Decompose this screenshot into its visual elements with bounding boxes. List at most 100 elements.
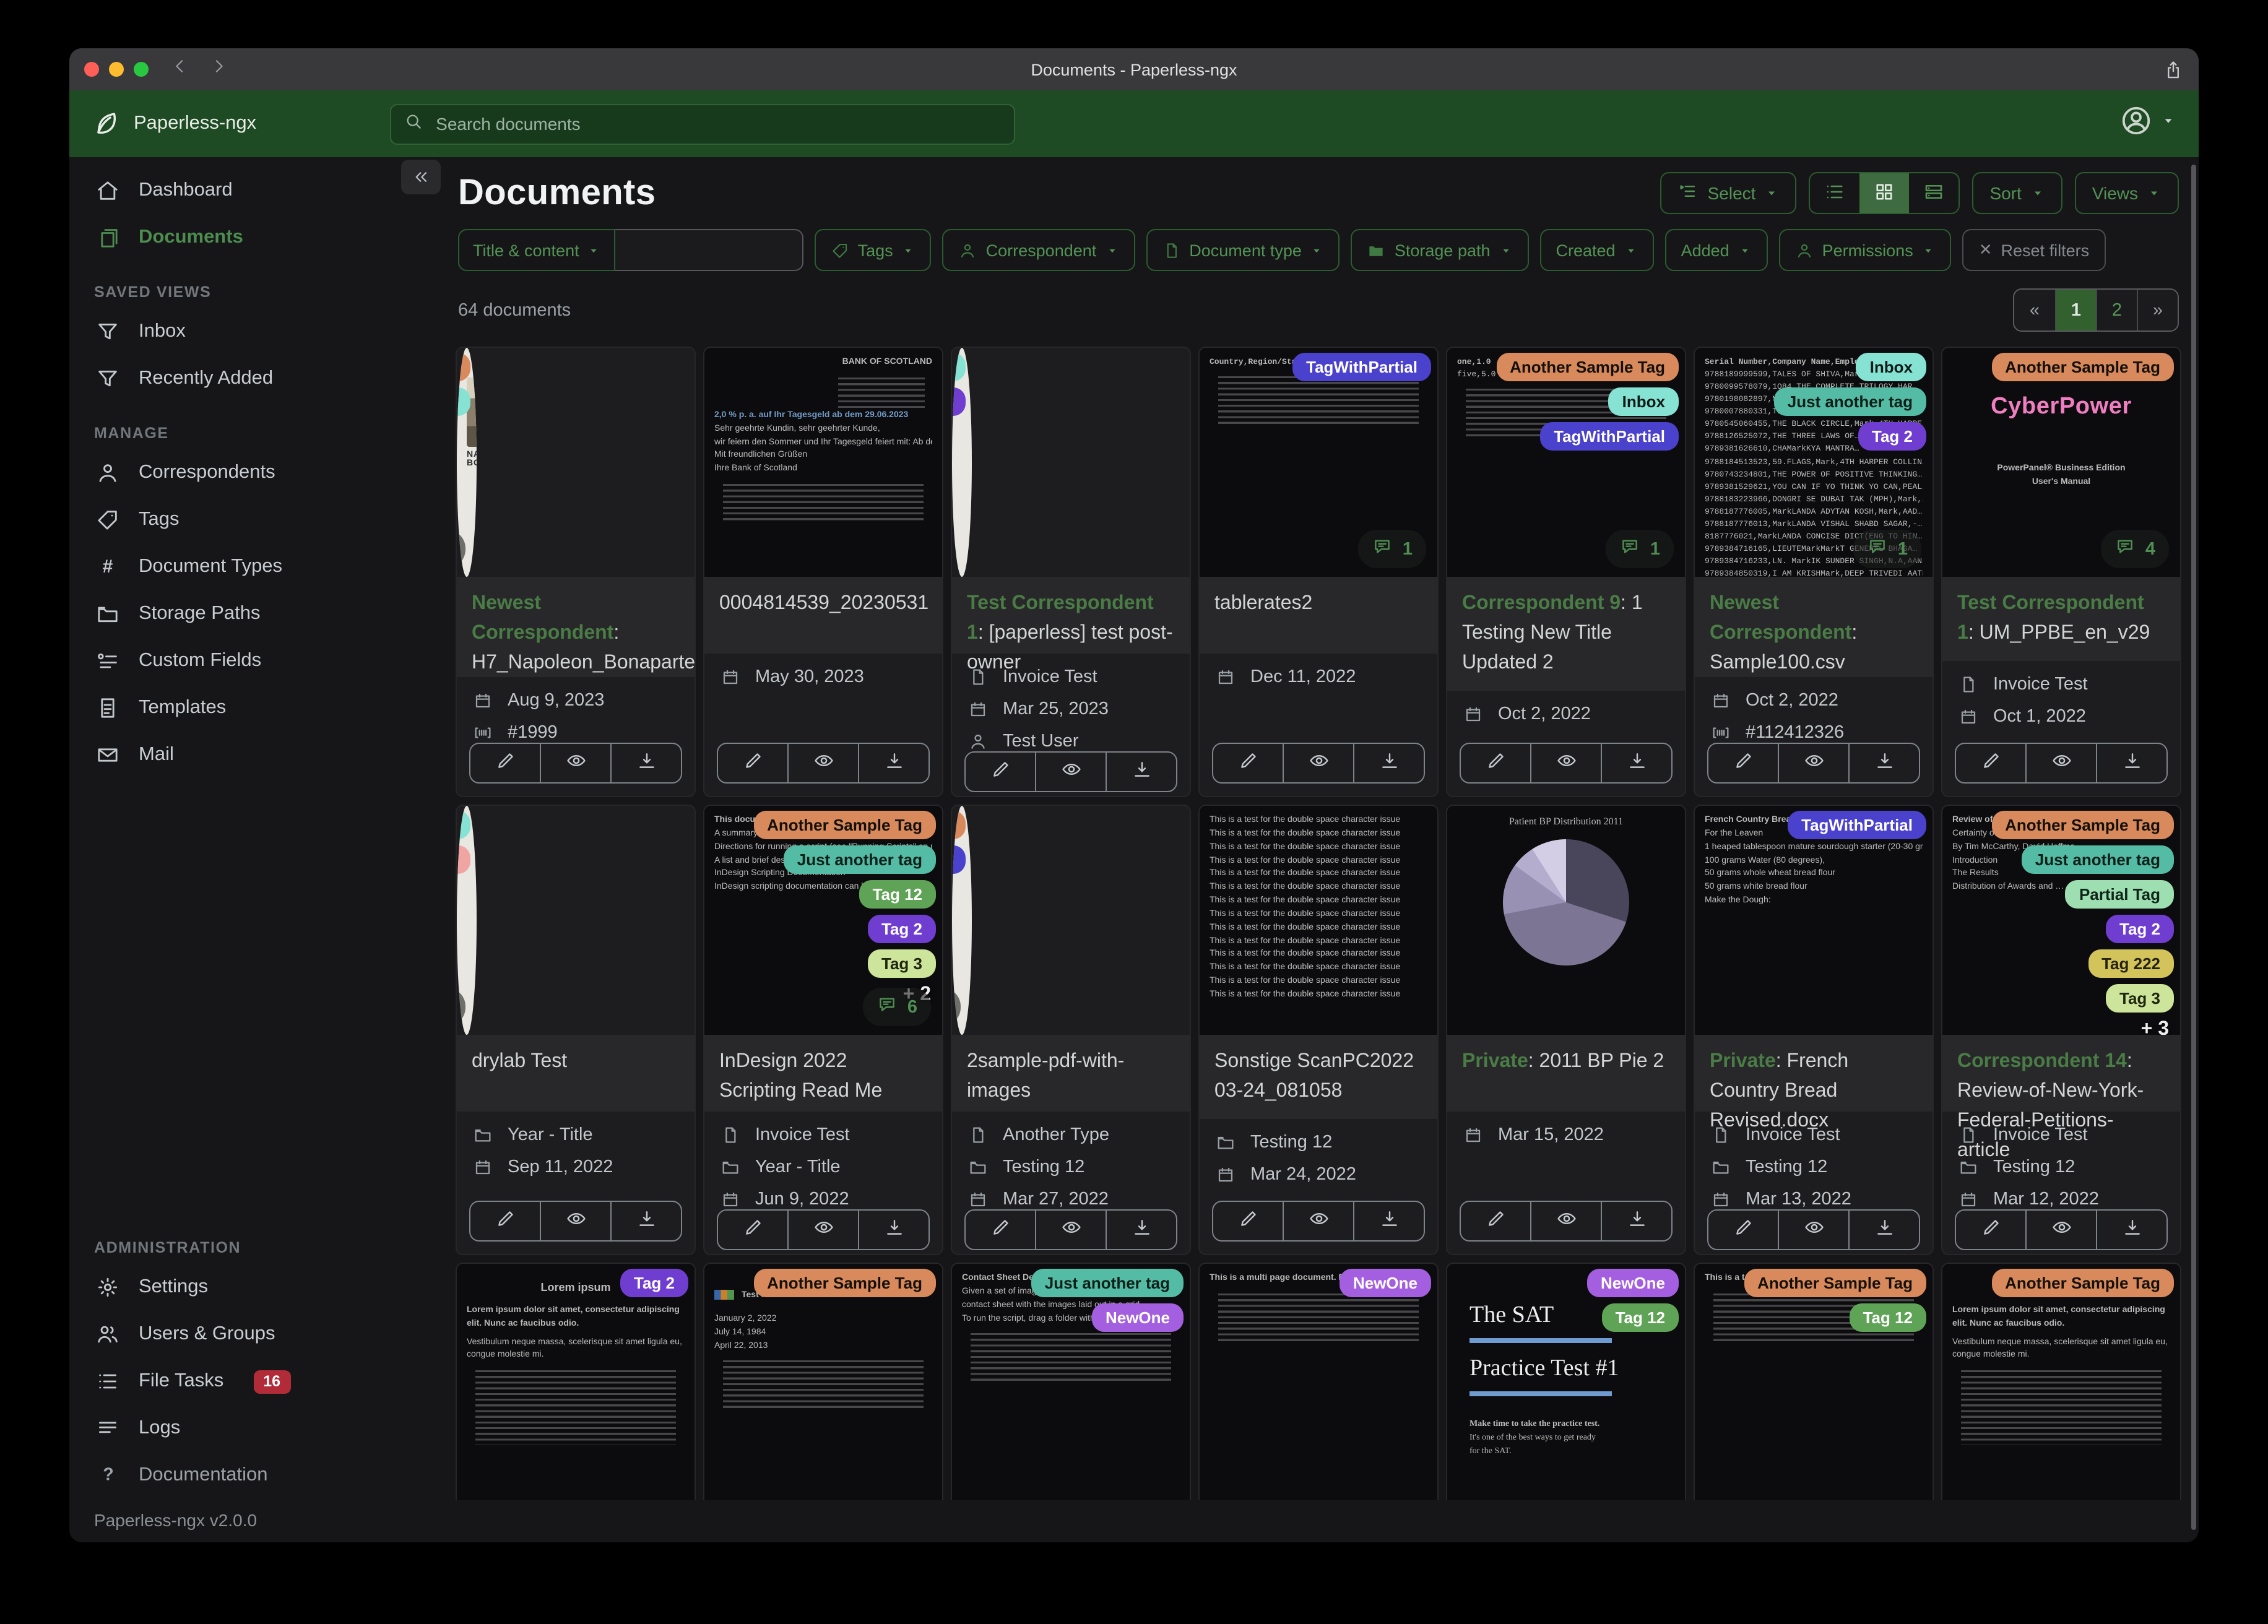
document-title[interactable]: Correspondent 14: Review-of-New-York-Fed… — [1942, 1035, 2180, 1112]
tag-tag-12[interactable]: Tag 12 — [1850, 1303, 1926, 1332]
pagination-last[interactable]: » — [2137, 290, 2178, 330]
edit-button[interactable] — [1956, 744, 2025, 782]
download-button[interactable] — [1106, 753, 1176, 791]
document-correspondent[interactable]: Correspondent 9 — [1462, 593, 1621, 614]
tag-another-sample-tag[interactable]: Another Sample Tag — [952, 811, 966, 839]
sidebar-item-documentation[interactable]: ? Documentation — [79, 1452, 433, 1498]
sidebar-item-tags[interactable]: Tags — [79, 496, 433, 543]
download-button[interactable] — [2096, 1211, 2166, 1249]
sidebar-item-correspondents[interactable]: Correspondents — [79, 449, 433, 496]
sidebar-item-users-groups[interactable]: Users & Groups — [79, 1311, 433, 1358]
document-thumbnail[interactable]: Curabitur bibendum ante urna, sed blandi… — [952, 806, 972, 1035]
select-button[interactable]: Select — [1661, 172, 1797, 214]
download-button[interactable] — [610, 1202, 681, 1240]
tag-tag-222[interactable]: Tag 222 — [2088, 949, 2174, 978]
document-title[interactable]: Sonstige ScanPC2022 03-24_081058 — [1200, 1035, 1437, 1119]
tag-inbox[interactable]: Inbox — [1609, 387, 1679, 416]
tag-just-another-tag[interactable]: Just another tag — [1774, 387, 1926, 416]
document-correspondent[interactable]: Newest Correspondent — [1710, 593, 1851, 644]
edit-button[interactable] — [1708, 744, 1778, 782]
sidebar-item-settings[interactable]: Settings — [79, 1264, 433, 1311]
document-title[interactable]: Newest Correspondent: Sample100.csv — [1695, 577, 1933, 677]
document-title[interactable]: tablerates2 — [1200, 577, 1437, 654]
sidebar-item-templates[interactable]: Templates — [79, 685, 433, 732]
document-thumbnail[interactable]: Country,Region/State,"…TagWithPartial1 — [1200, 348, 1437, 577]
download-button[interactable] — [1106, 1211, 1176, 1249]
sidebar-collapse-button[interactable] — [401, 160, 441, 194]
document-thumbnail[interactable]: Test NameJanuary 2, 2022July 14, 1984Apr… — [704, 1264, 942, 1500]
document-correspondent[interactable]: Correspondent 14 — [1957, 1051, 2127, 1072]
document-thumbnail[interactable]: The SATPractice Test #1Make time to take… — [1447, 1264, 1685, 1500]
title-content-input[interactable] — [615, 229, 803, 271]
document-correspondent[interactable]: Newest Correspondent — [472, 593, 613, 644]
sidebar-item-dashboard[interactable]: Dashboard — [79, 167, 433, 214]
tag-just-another-tag[interactable]: Just another tag — [784, 845, 936, 874]
document-thumbnail[interactable]: French Country BreadFor the Leaven1 heap… — [1695, 806, 1933, 1035]
view-button[interactable] — [1283, 1202, 1353, 1240]
tag-tag-2[interactable]: Tag 2 — [1858, 422, 1926, 451]
tag-tag-2[interactable]: Tag 2 — [952, 387, 966, 416]
document-thumbnail[interactable]: Contact Sheet DemoGiven a set of image f… — [952, 1264, 1190, 1500]
tag-inbox[interactable]: Inbox — [457, 811, 470, 839]
view-button[interactable] — [787, 744, 858, 782]
tag-another-sample-tag[interactable]: Another Sample Tag — [753, 1269, 936, 1297]
download-button[interactable] — [858, 744, 928, 782]
sort-button[interactable]: Sort — [1972, 172, 2062, 214]
tag-tag-12[interactable]: Tag 12 — [1602, 1303, 1679, 1332]
share-icon[interactable] — [2163, 59, 2184, 80]
tag-tag-3[interactable]: Tag 3 — [868, 949, 936, 978]
edit-button[interactable] — [1213, 1202, 1283, 1240]
tag-tag-2[interactable]: Tag 2 — [2106, 915, 2174, 943]
edit-button[interactable] — [470, 1202, 540, 1240]
reset-filters-button[interactable]: ✕ Reset filters — [1963, 229, 2105, 271]
scrollbar[interactable] — [2191, 165, 2196, 1530]
storage-path-filter-button[interactable]: Storage path — [1351, 229, 1529, 271]
added-filter-button[interactable]: Added — [1665, 229, 1768, 271]
download-button[interactable] — [1353, 744, 1424, 782]
tag-tag-3[interactable]: Tag 3 — [2106, 984, 2174, 1013]
tag-inbox[interactable]: Inbox — [952, 353, 966, 381]
tag-another-sample-tag[interactable]: Another Sample Tag — [1744, 1269, 1926, 1297]
tag-tagwithpartial[interactable]: TagWithPartial — [1292, 353, 1431, 381]
sidebar-item-recently-added[interactable]: Recently Added — [79, 355, 433, 402]
document-title[interactable]: Private: 2011 BP Pie 2 — [1447, 1035, 1685, 1112]
edit-button[interactable] — [1213, 744, 1283, 782]
search-input[interactable] — [433, 113, 1002, 135]
document-thumbnail[interactable]: BANK OF SCOTLAND2,0 % p. a. auf Ihr Tage… — [704, 348, 942, 577]
tag-another-sample-tag[interactable]: Another Sample Tag — [753, 811, 936, 839]
download-button[interactable] — [858, 1211, 928, 1249]
download-button[interactable] — [1353, 1202, 1424, 1240]
comment-count-badge[interactable]: 4 — [2101, 530, 2169, 568]
document-correspondent[interactable]: Private — [1462, 1051, 1528, 1072]
tag-another-sample-tag[interactable]: Another Sample Tag — [1991, 811, 2174, 839]
document-title[interactable]: Test Correspondent 1: [paperless] test p… — [952, 577, 1190, 654]
permissions-filter-button[interactable]: Permissions — [1779, 229, 1952, 271]
document-thumbnail[interactable]: one,1.0five,5.0Another Sample TagInboxTa… — [1447, 348, 1685, 577]
comment-count-badge[interactable]: 1 — [457, 988, 465, 1026]
tag-another-sample-tag[interactable]: Another Sample Tag — [1991, 353, 2174, 381]
tag-newone[interactable]: NewOne — [1340, 1269, 1431, 1297]
view-button[interactable] — [1283, 744, 1353, 782]
tag-newone[interactable]: NewOne — [1092, 1303, 1184, 1332]
document-type-filter-button[interactable]: Document type — [1146, 229, 1340, 271]
edit-button[interactable] — [966, 753, 1035, 791]
document-thumbnail[interactable]: Lorem ipsumLorem ipsum dolor sit amet, c… — [1942, 1264, 2180, 1500]
view-button[interactable] — [1530, 1202, 1601, 1240]
document-title[interactable]: Test Correspondent 1: UM_PPBE_en_v29 — [1942, 577, 2180, 661]
edit-button[interactable] — [718, 1211, 787, 1249]
tag-tag-12[interactable]: Tag 12 — [859, 880, 936, 909]
view-button[interactable] — [2025, 1211, 2096, 1249]
tag-tagwithpartial[interactable]: TagWithPartial — [952, 845, 966, 874]
comment-count-badge[interactable]: 1 — [1606, 530, 1674, 568]
edit-button[interactable] — [966, 1211, 1035, 1249]
tag-another-sample-tag[interactable]: Another Sample Tag — [1991, 1269, 2174, 1297]
view-button[interactable] — [1530, 744, 1601, 782]
view-button[interactable] — [787, 1211, 858, 1249]
edit-button[interactable] — [1461, 1202, 1530, 1240]
document-thumbnail[interactable]: This is a test for the double space char… — [1200, 806, 1437, 1035]
tag-tagwithpartial[interactable]: TagWithPartial — [1788, 811, 1926, 839]
tag-inbox[interactable]: Inbox — [457, 387, 470, 416]
document-thumbnail[interactable]: This document contains installation inst… — [704, 806, 942, 1035]
view-mode-detail-button[interactable] — [1909, 173, 1959, 213]
sidebar-item-document-types[interactable]: #Document Types — [79, 543, 433, 590]
